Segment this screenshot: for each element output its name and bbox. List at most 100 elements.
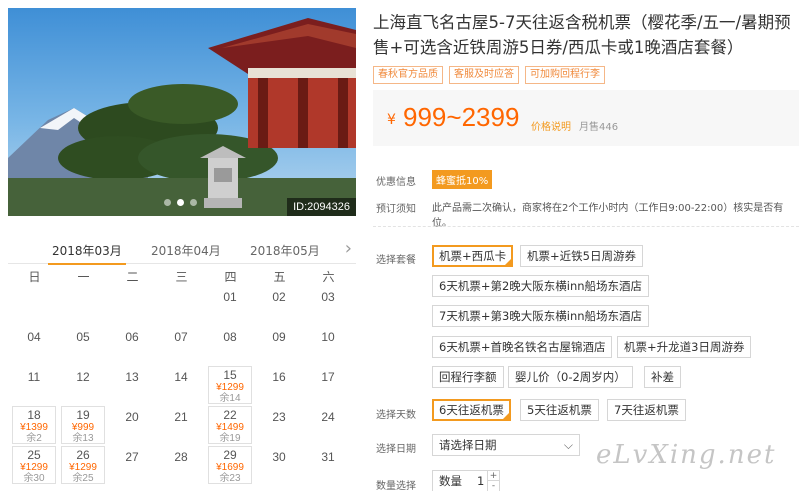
- days-option-7day[interactable]: 7天往返机票: [607, 399, 686, 421]
- calendar-day-number: 20: [125, 410, 139, 424]
- calendar-day-number: 06: [125, 330, 139, 344]
- calendar-day-stock: 余23: [219, 473, 241, 484]
- package-option-price-difference[interactable]: 补差: [644, 366, 681, 388]
- quantity-value[interactable]: 1: [477, 471, 484, 491]
- calendar-day: 24: [306, 406, 350, 444]
- calendar-day: 23: [257, 406, 301, 444]
- calendar-day-number: 01: [223, 290, 237, 304]
- tab-month-2018-03[interactable]: 2018年03月: [48, 242, 126, 265]
- calendar-day: 10: [306, 326, 350, 364]
- calendar-day-number: 30: [272, 450, 286, 464]
- package-option-6day-hotel-osaka[interactable]: 6天机票+第2晚大阪东横inn船场东酒店: [432, 275, 650, 297]
- quantity-stepper[interactable]: 数量 1 + -: [432, 470, 500, 491]
- section-divider: [373, 226, 799, 227]
- package-option-7day-hotel-osaka[interactable]: 7天机票+第3晚大阪东横inn船场东酒店: [432, 305, 650, 327]
- weekday-header: 六: [322, 270, 335, 284]
- calendar-day-price: ¥1299: [69, 462, 97, 473]
- tag-official-quality: 春秋官方品质: [373, 66, 443, 84]
- package-option-shoryudo-pass[interactable]: 机票+升龙道3日周游券: [617, 336, 752, 358]
- calendar-day: 11: [12, 366, 56, 404]
- calendar-day-available[interactable]: 29 ¥1699 余23: [208, 446, 252, 484]
- quantity-field-label: 数量: [439, 474, 462, 488]
- calendar-day-number: 28: [174, 450, 188, 464]
- package-option-kintetsu-pass[interactable]: 机票+近铁5日周游券: [520, 245, 643, 267]
- days-option-5day[interactable]: 5天往返机票: [520, 399, 599, 421]
- carousel-dots: [164, 199, 197, 206]
- calendar-day: 14: [159, 366, 203, 404]
- calendar-day-number: 19: [76, 408, 90, 422]
- price-explain-link[interactable]: 价格说明: [531, 118, 571, 133]
- calendar-day: 21: [159, 406, 203, 444]
- increment-icon[interactable]: +: [487, 471, 499, 481]
- calendar-month-tabs: 2018年03月 2018年04月 2018年05月 ›: [8, 236, 356, 265]
- calendar-day-available[interactable]: 25 ¥1299 余30: [12, 446, 56, 484]
- weekday-header: 一: [77, 270, 90, 284]
- calendar-day-number: 11: [27, 370, 41, 384]
- date-select[interactable]: 请选择日期 ⌵: [432, 434, 580, 456]
- calendar-day: 28: [159, 446, 203, 484]
- tag-extra-luggage: 可加购回程行李: [525, 66, 605, 84]
- calendar-day-available[interactable]: 26 ¥1299 余25: [61, 446, 105, 484]
- promo-label: 优惠信息: [376, 177, 416, 188]
- tab-month-2018-05[interactable]: 2018年05月: [250, 242, 320, 259]
- decrement-icon[interactable]: -: [487, 481, 499, 491]
- calendar-day: 07: [159, 326, 203, 364]
- notice-text: 此产品需二次确认，商家将在2个工作小时内（工作日9:00-22:00）核实是否有…: [432, 203, 784, 229]
- chevron-right-icon[interactable]: ›: [345, 238, 352, 259]
- date-label: 选择日期: [376, 444, 416, 455]
- product-title: 上海直飞名古屋5-7天往返含税机票（樱花季/五一/暑期预售+可选含近铁周游5日券…: [373, 13, 791, 57]
- calendar-day-number: 24: [321, 410, 335, 424]
- currency-symbol: ¥: [387, 112, 396, 128]
- days-option-6day[interactable]: 6天往返机票: [432, 399, 511, 421]
- calendar-day-number: 14: [174, 370, 188, 384]
- package-option-return-luggage[interactable]: 回程行李额: [432, 366, 504, 388]
- carousel-dot[interactable]: [190, 199, 197, 206]
- calendar-day-price: ¥1499: [216, 422, 244, 433]
- chevron-down-icon: ⌵: [563, 438, 573, 452]
- calendar-day: 13: [110, 366, 154, 404]
- calendar-day-stock: 余19: [219, 433, 241, 444]
- price-box: ¥ 999~2399 价格说明 月售446: [373, 90, 799, 146]
- weekday-header: 五: [273, 270, 286, 284]
- calendar-day-available[interactable]: 15 ¥1299 余14: [208, 366, 252, 404]
- calendar-day-number: 27: [125, 450, 139, 464]
- package-option-infant-price[interactable]: 婴儿价（0-2周岁内）: [508, 366, 633, 388]
- calendar-day: 02: [257, 286, 301, 324]
- days-label: 选择天数: [376, 410, 416, 421]
- calendar-day-number: 05: [76, 330, 90, 344]
- product-hero-image[interactable]: ID:2094326: [8, 8, 356, 216]
- package-option-watermelon-card[interactable]: 机票+西瓜卡: [432, 245, 514, 267]
- tab-month-2018-04[interactable]: 2018年04月: [151, 242, 221, 259]
- weekday-header: 日: [28, 270, 41, 284]
- carousel-dot[interactable]: [164, 199, 171, 206]
- tag-service-response: 客服及时应答: [449, 66, 519, 84]
- calendar-day-number: 18: [27, 408, 41, 422]
- calendar-day-number: 12: [76, 370, 90, 384]
- calendar-day-stock: 余30: [23, 473, 45, 484]
- monthly-sales: 月售446: [579, 122, 619, 133]
- calendar-day-number: 02: [272, 290, 286, 304]
- carousel-dot-active[interactable]: [177, 199, 184, 206]
- calendar-day-available[interactable]: 19 ¥999 余13: [61, 406, 105, 444]
- calendar-grid: 日一二三四五六 01 02 03 04 05 06 07 08 09 10 11 12 13 14 15 ¥12…: [8, 264, 356, 484]
- calendar-day-number: 29: [223, 448, 237, 462]
- calendar-day-available[interactable]: 18 ¥1399 余2: [12, 406, 56, 444]
- calendar-day-available[interactable]: 22 ¥1499 余19: [208, 406, 252, 444]
- calendar-day-stock: 余13: [72, 433, 94, 444]
- price-calendar: 2018年03月 2018年04月 2018年05月 › 日 一 二 三 四 五 六 01 02…: [8, 236, 356, 484]
- weekday-header: 三: [175, 270, 188, 284]
- calendar-day-number: 22: [223, 408, 237, 422]
- package-option-6day-hotel-nagoya[interactable]: 6天机票+首晚名铁名古屋锦酒店: [432, 336, 613, 358]
- calendar-day: 01: [208, 286, 252, 324]
- notice-label: 预订须知: [376, 204, 416, 215]
- calendar-day-number: 25: [27, 448, 41, 462]
- calendar-day-number: 17: [321, 370, 335, 384]
- calendar-day-price: ¥1399: [20, 422, 48, 433]
- calendar-day-number: 16: [272, 370, 286, 384]
- calendar-day-number: 26: [76, 448, 90, 462]
- date-select-placeholder: 请选择日期: [439, 438, 497, 452]
- calendar-day-price: ¥1299: [216, 382, 244, 393]
- calendar-day: 20: [110, 406, 154, 444]
- calendar-day: 30: [257, 446, 301, 484]
- calendar-day: 08: [208, 326, 252, 364]
